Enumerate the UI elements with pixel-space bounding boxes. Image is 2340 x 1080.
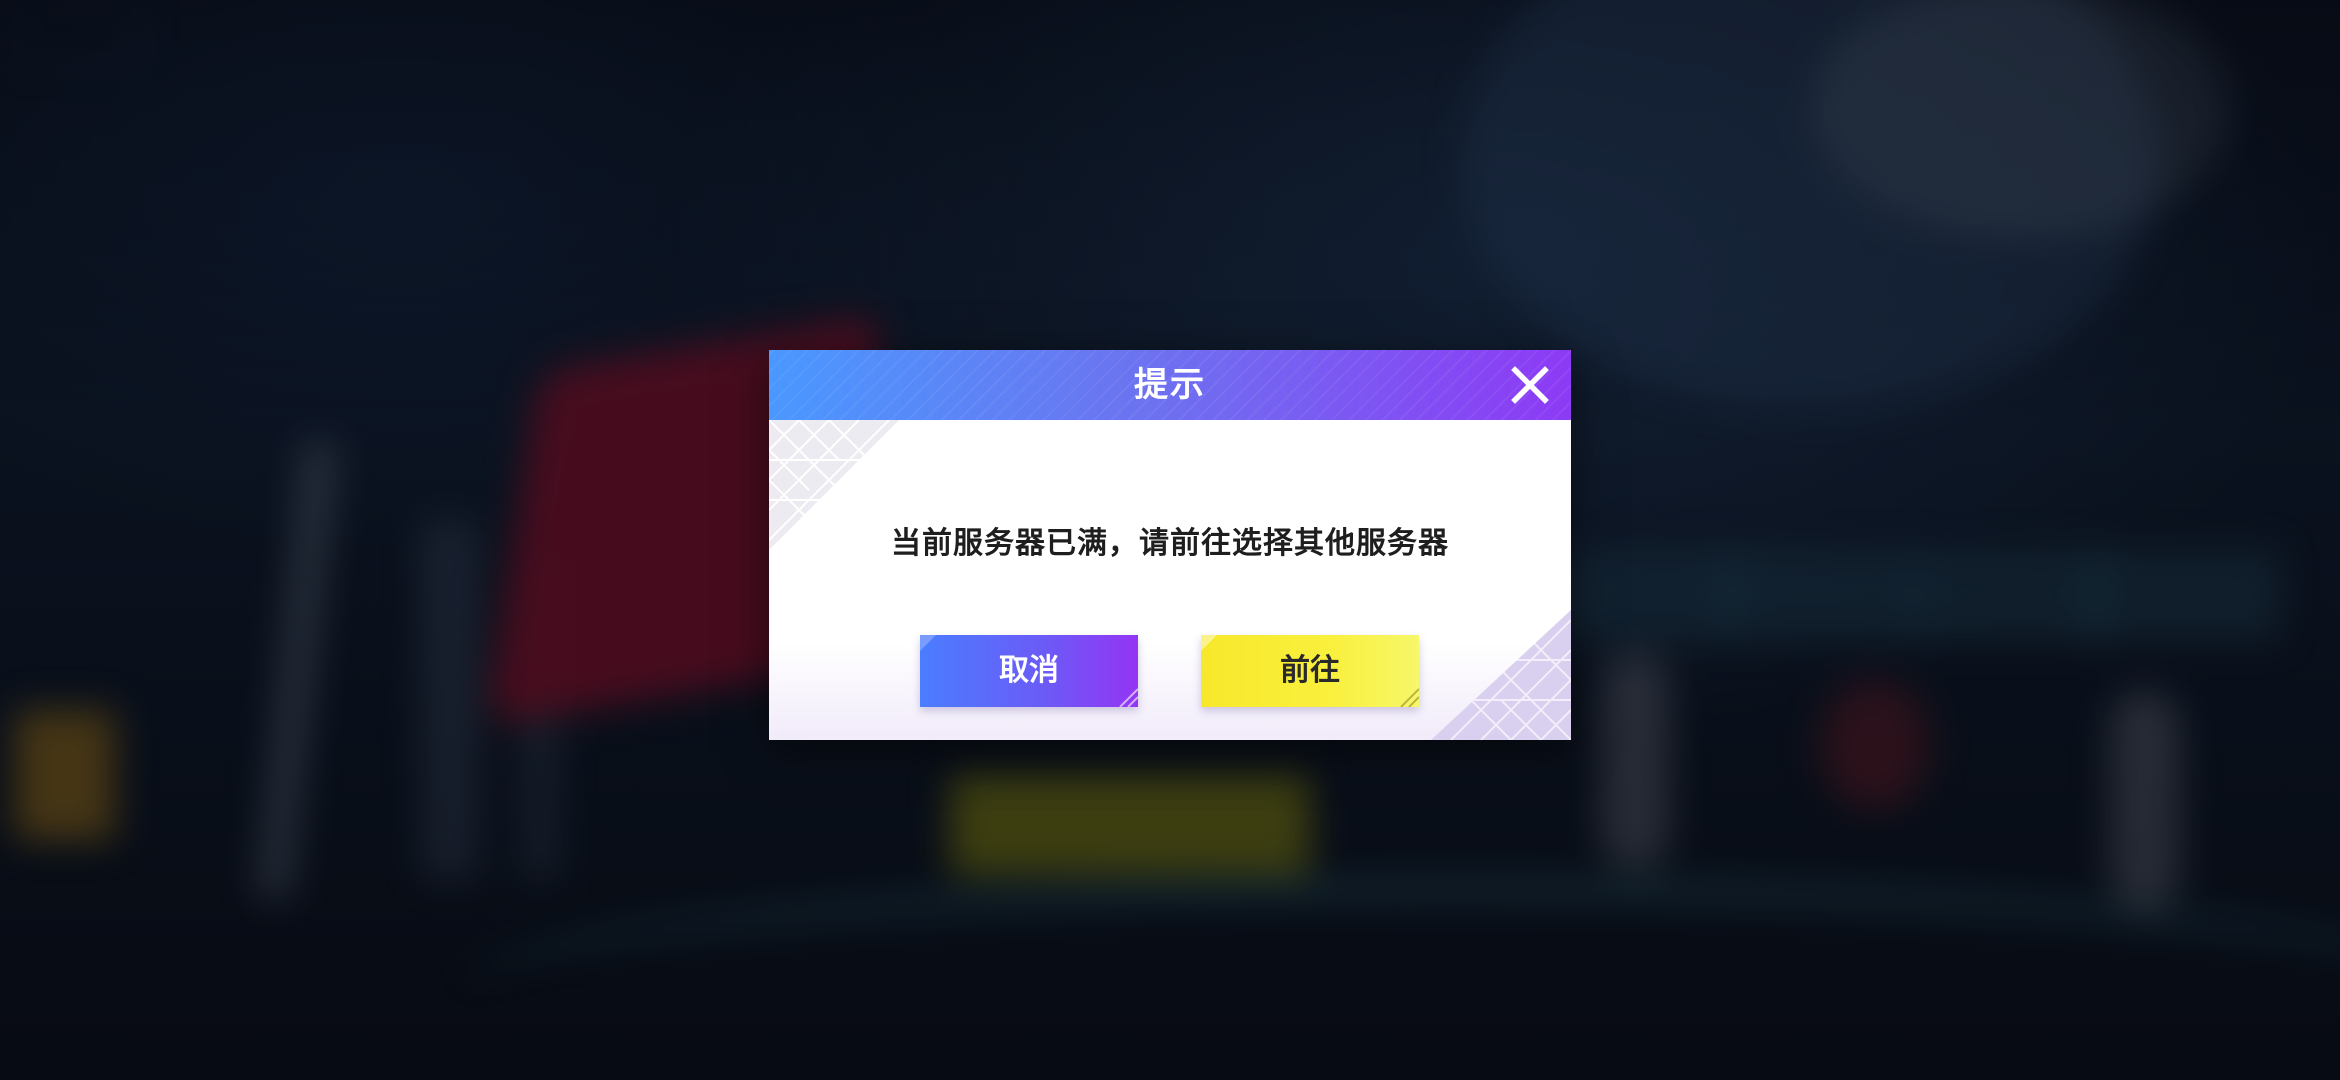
cancel-button-label: 取消 [999,653,1059,688]
button-corner-icon [1119,688,1138,707]
close-icon [1511,366,1549,404]
corner-pattern-icon [1431,610,1571,740]
dialog-message: 当前服务器已满，请前往选择其他服务器 [891,526,1449,561]
button-corner-icon [1201,635,1217,651]
dialog-header: 提示 [769,350,1571,420]
go-button-label: 前往 [1280,653,1340,688]
button-corner-icon [1400,688,1419,707]
cancel-button[interactable]: 取消 [920,635,1138,707]
close-button[interactable] [1509,364,1551,406]
server-full-dialog: 提示 当前服务器已满，请前往选择其他服务器 取消 前往 [769,350,1571,740]
button-corner-icon [920,635,936,651]
dialog-title: 提示 [1134,365,1206,405]
dialog-body: 当前服务器已满，请前往选择其他服务器 取消 前往 [769,420,1571,740]
go-button[interactable]: 前往 [1201,635,1419,707]
